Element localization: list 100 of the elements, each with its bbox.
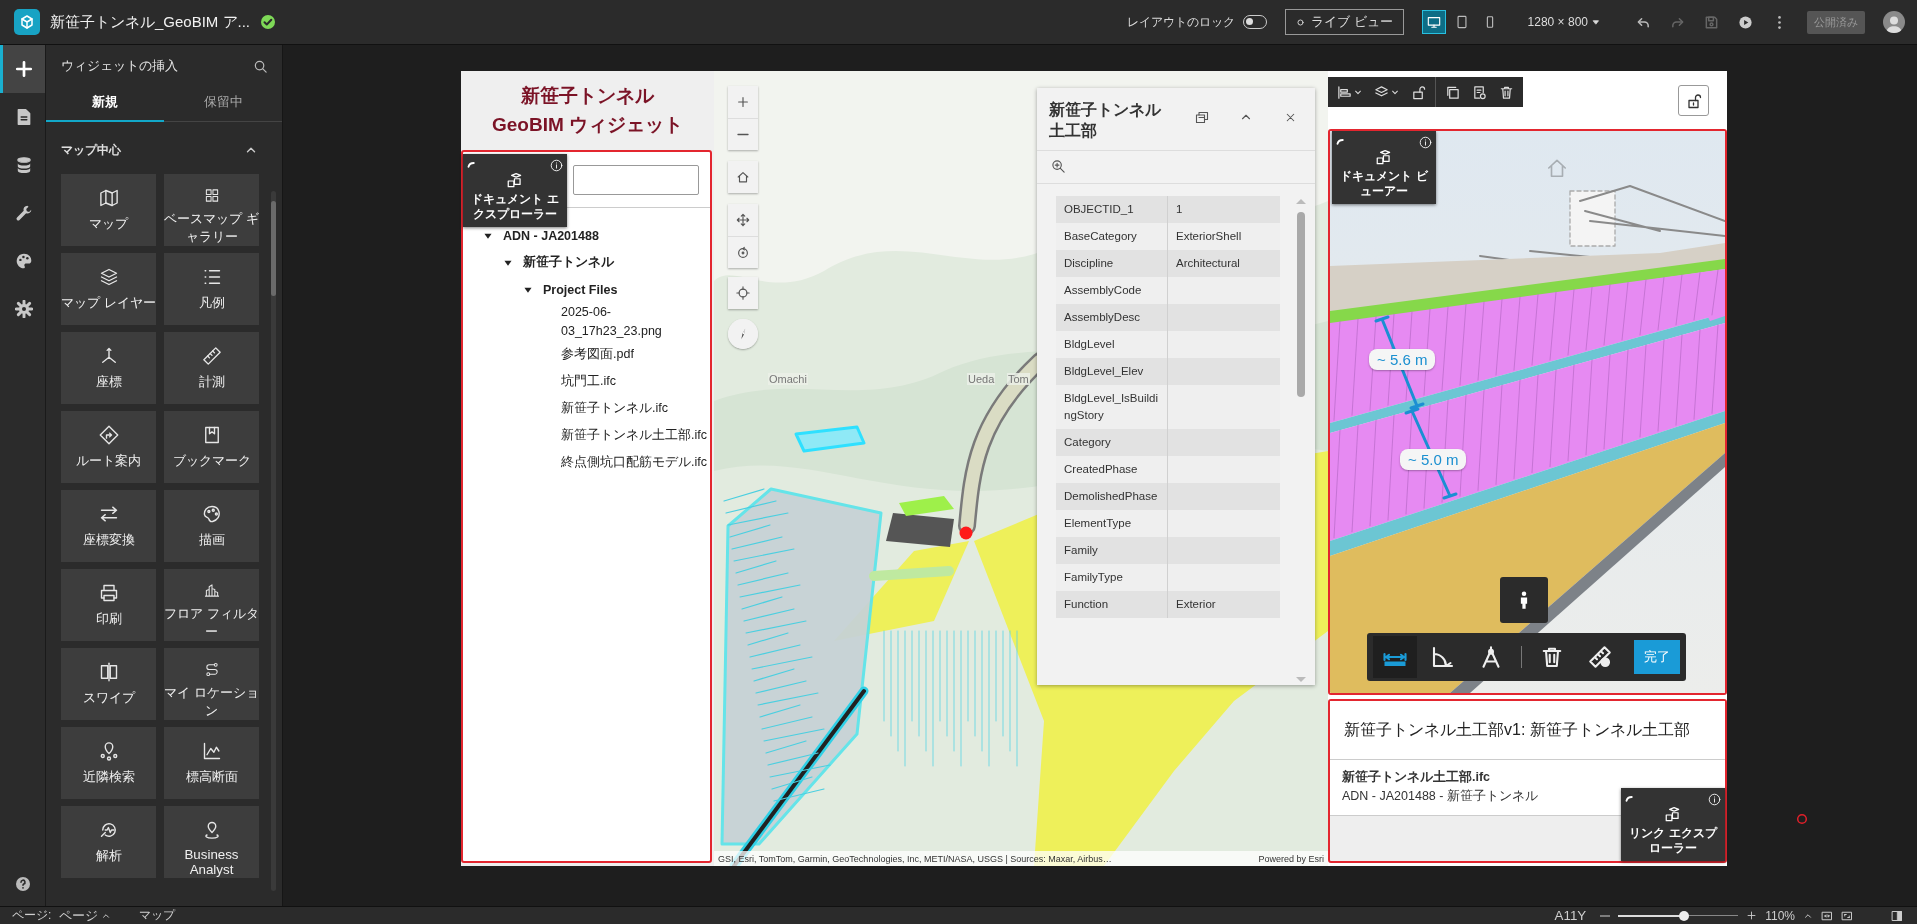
- widget-tile[interactable]: 座標: [61, 332, 156, 404]
- powered-by-link[interactable]: Powered by Esri: [1258, 853, 1324, 864]
- document-icon: [15, 108, 33, 126]
- table-cell: Category: [1056, 428, 1167, 456]
- rotate-button[interactable]: [728, 236, 758, 268]
- live-view-button[interactable]: ライブ ビュー: [1284, 9, 1404, 35]
- widget-tile[interactable]: ベースマップ ギャラリー: [164, 174, 259, 246]
- lock-button[interactable]: [1678, 85, 1709, 116]
- file-item[interactable]: 2025-06-03_17h23_23.png: [561, 303, 710, 341]
- palette-icon: [201, 504, 222, 524]
- widget-tile[interactable]: ブックマーク: [164, 411, 259, 483]
- table-cell: 1: [1167, 195, 1280, 223]
- widget-tile[interactable]: スワイプ: [61, 648, 156, 720]
- plus-icon: [736, 95, 750, 109]
- panel-tab[interactable]: 保留中: [164, 83, 282, 122]
- angle-icon: [1431, 645, 1455, 669]
- slider-thumb[interactable]: [1679, 910, 1690, 921]
- line-chart-icon: [201, 741, 222, 761]
- widget-tile[interactable]: マイ ロケーション: [164, 648, 259, 720]
- trash-icon: [1499, 84, 1514, 100]
- help-icon: [14, 876, 31, 892]
- trash-icon: [1540, 645, 1564, 669]
- file-item[interactable]: 坑門工.ifc: [561, 371, 616, 391]
- cube-frame-icon: [19, 14, 35, 30]
- resolution-dropdown[interactable]: 1280 × 800: [1521, 14, 1607, 30]
- accessibility-button[interactable]: A11Y: [1554, 908, 1587, 923]
- measurement-label: ~ 5.0 m: [1400, 449, 1467, 470]
- user-avatar[interactable]: [1883, 11, 1905, 33]
- tree-item[interactable]: Project Files: [543, 282, 618, 297]
- zoom-slider[interactable]: [1618, 909, 1739, 922]
- tree-item[interactable]: 新笹子トンネル: [523, 254, 614, 271]
- locate-button[interactable]: [728, 277, 758, 309]
- file-path: ADN - JA201488 - 新笹子トンネル: [1342, 787, 1538, 805]
- widget-tile[interactable]: マップ レイヤー: [61, 253, 156, 325]
- table-cell: Family: [1056, 536, 1167, 564]
- desktop-icon: [1426, 15, 1441, 29]
- tablet-icon: [1454, 15, 1469, 29]
- file-item[interactable]: 終点側坑口配筋モデル.ifc: [561, 452, 707, 472]
- padlock-open-icon: [1411, 84, 1426, 100]
- pan-button[interactable]: [728, 204, 758, 236]
- widget-tile[interactable]: フロア フィルター: [164, 569, 259, 641]
- home-button[interactable]: [728, 161, 758, 193]
- more-vertical-icon: [1777, 15, 1781, 29]
- panel-tab[interactable]: 新規: [46, 83, 164, 122]
- zoom-in-button[interactable]: [1746, 910, 1758, 921]
- home-icon: [1546, 157, 1568, 179]
- swap-arrows-icon: [98, 504, 119, 524]
- layers-icon: [98, 267, 119, 287]
- file-item[interactable]: 参考図面.pdf: [561, 344, 634, 364]
- app-title: 新笹子トンネル_GeoBIM ア...: [50, 12, 251, 32]
- device-button[interactable]: [1421, 10, 1446, 34]
- widget-name: リンク エクスプローラー: [1628, 826, 1719, 856]
- tree-item[interactable]: ADN - JA201488: [503, 228, 599, 243]
- padlock-open-icon: [1685, 92, 1702, 109]
- widget-tile[interactable]: 描画: [164, 490, 259, 562]
- fit-page-button[interactable]: [1841, 909, 1853, 922]
- table-cell: BldgLevel_Elev: [1056, 357, 1167, 385]
- table-cell: Exterior: [1167, 590, 1280, 618]
- diamond-icon: [98, 425, 119, 445]
- document-edit-icon: [1472, 84, 1487, 100]
- walk-mode-button[interactable]: [1500, 577, 1548, 623]
- ring-icon: [1796, 813, 1808, 825]
- info-icon: [550, 159, 563, 172]
- widget-tile[interactable]: 近隣検索: [61, 727, 156, 799]
- scrollbar-thumb[interactable]: [1297, 211, 1305, 397]
- zoom-in-magnifier-icon: [1050, 159, 1066, 175]
- zoom-out-button[interactable]: [1600, 914, 1611, 917]
- measure-tool-button[interactable]: [1373, 636, 1417, 678]
- map-attribution: GSI, Esri, TomTom, Garmin, GeoTechnologies, Inc, METI/NASA, USGS | Sources: Maxar, Airbus…: [718, 853, 1112, 864]
- document-title: 新笹子トンネル土工部v1: 新笹子トンネル土工部: [1330, 701, 1725, 760]
- crosshair-icon: [736, 286, 750, 300]
- file-item[interactable]: 新笹子トンネル土工部.ifc: [561, 425, 707, 445]
- caret-down-icon: [1354, 88, 1362, 96]
- panel-toggle-button[interactable]: [1891, 909, 1903, 922]
- section-title: マップ中心: [61, 141, 121, 159]
- widget-tile[interactable]: 座標変換: [61, 490, 156, 562]
- widget-tile[interactable]: 印刷: [61, 569, 156, 641]
- widget-tile[interactable]: ルート案内: [61, 411, 156, 483]
- split-panel-icon: [1891, 909, 1903, 922]
- fit-width-button[interactable]: [1821, 909, 1833, 922]
- widget-tile[interactable]: Business Analyst: [164, 806, 259, 878]
- map-icon: [98, 188, 119, 208]
- widget-tile[interactable]: 標高断面: [164, 727, 259, 799]
- scrollbar-thumb[interactable]: [271, 201, 276, 296]
- file-item[interactable]: 新笹子トンネル.ifc: [561, 398, 668, 418]
- move-arrows-icon: [736, 213, 750, 227]
- sidebar-tab[interactable]: [0, 45, 45, 93]
- plus-icon: [15, 60, 33, 78]
- page-dropdown[interactable]: ページ: [59, 906, 112, 924]
- minus-icon: [1600, 914, 1611, 917]
- table-cell: DemolishedPhase: [1056, 482, 1167, 510]
- map-label: Tom: [1007, 373, 1030, 385]
- widget-tile[interactable]: マップ: [61, 174, 156, 246]
- fit-frame-icon: [1821, 909, 1833, 922]
- search-field[interactable]: [573, 164, 699, 195]
- ring-icon: [1295, 17, 1305, 27]
- widget-tile[interactable]: 解析: [61, 806, 156, 878]
- widget-tile[interactable]: 凡例: [164, 253, 259, 325]
- widget-tile[interactable]: 計測: [164, 332, 259, 404]
- search-button[interactable]: [253, 58, 268, 74]
